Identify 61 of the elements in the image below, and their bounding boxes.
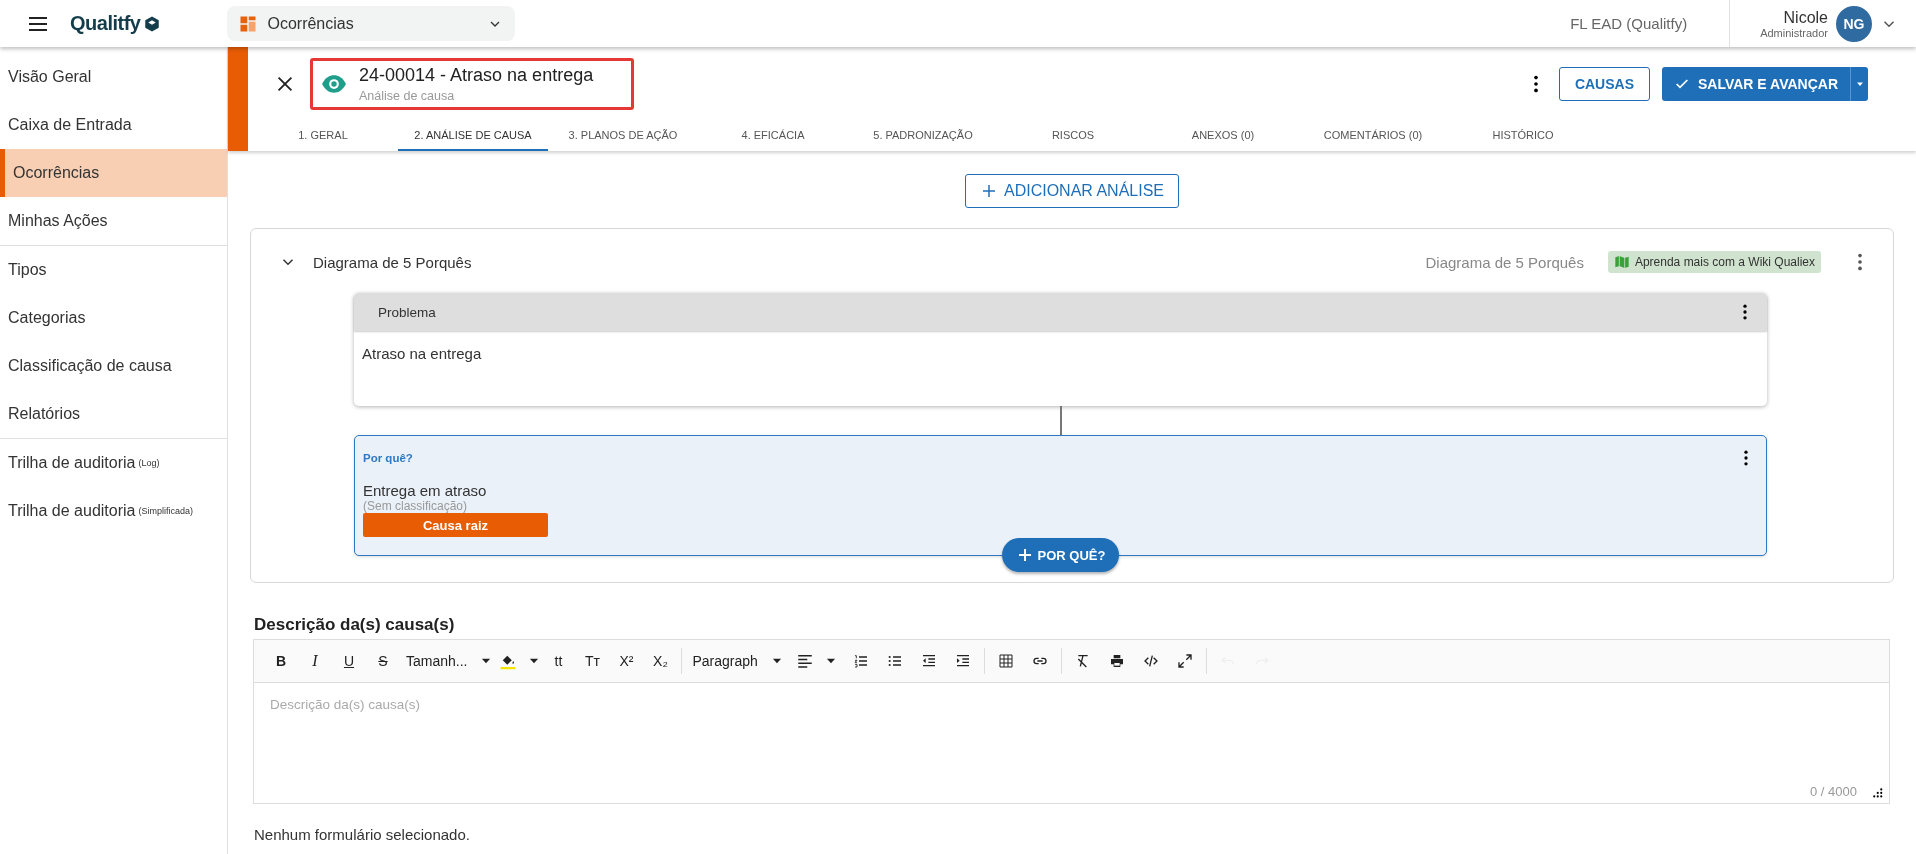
tab[interactable]: HISTÓRICO <box>1448 121 1598 151</box>
problem-text: Atraso na entrega <box>361 344 483 364</box>
description-title: Descrição da(s) causa(s) <box>254 615 456 635</box>
user-avatar: NG <box>1836 5 1872 42</box>
format-button[interactable]: X² <box>609 646 644 676</box>
sidebar-item[interactable]: Tipos <box>0 246 227 294</box>
problem-label: Problema <box>378 304 437 320</box>
add-why-button[interactable]: POR QUÊ? <box>1001 538 1120 572</box>
tab[interactable]: 5. PADRONIZAÇÃO <box>848 121 998 151</box>
format-button[interactable]: S <box>366 646 400 676</box>
tab[interactable]: 4. EFICÁCIA <box>698 121 848 151</box>
sidebar-item[interactable]: Visão Geral <box>0 53 227 101</box>
save-and-advance-button[interactable]: SALVAR E AVANÇAR <box>1662 67 1850 101</box>
add-analysis-button[interactable]: ADICIONAR ANÁLISE <box>964 174 1179 208</box>
tab[interactable]: RISCOS <box>998 121 1148 151</box>
record-subtitle: Análise de causa <box>359 89 456 103</box>
analysis-type: Diagrama de 5 Porquês <box>1425 253 1584 271</box>
user-role: Administrador <box>1760 26 1828 39</box>
analysis-title: Diagrama de 5 Porquês <box>313 253 472 271</box>
sidebar-item[interactable]: Caixa de Entrada <box>0 101 227 149</box>
toolbar-dropdown[interactable]: Paragraph <box>686 646 790 676</box>
format-button[interactable]: Tт <box>575 646 610 676</box>
format-button[interactable]: tt <box>541 646 576 676</box>
character-counter: 0 / 4000 <box>1810 784 1857 799</box>
why-text: Entrega em atraso <box>363 482 488 499</box>
logo-text: Qualitfy <box>70 12 141 35</box>
sidebar-item[interactable]: Relatórios <box>0 390 227 438</box>
sidebar-item[interactable]: Minhas Ações <box>0 197 227 245</box>
tab[interactable]: 1. GERAL <box>248 121 398 151</box>
tab[interactable]: 3. PLANOS DE AÇÃO <box>548 121 698 151</box>
sidebar-item[interactable]: Trilha de auditoria (Simplificada) <box>0 487 227 535</box>
format-button[interactable]: X₂ <box>643 646 678 676</box>
why-classification: (Sem classificação) <box>363 499 469 513</box>
grid-icon <box>239 14 258 33</box>
record-title: 24-00014 - Atraso na entrega <box>359 65 594 86</box>
sidebar-item[interactable]: Categorias <box>0 294 227 342</box>
format-button[interactable]: U <box>332 646 366 676</box>
tab[interactable]: COMENTÁRIOS (0) <box>1298 121 1448 151</box>
sidebar-item-note: (Log) <box>138 458 160 468</box>
sidebar-item[interactable]: Trilha de auditoria (Log) <box>0 439 227 487</box>
align-left-icon <box>795 652 814 670</box>
sidebar-item[interactable]: Classificação de causa <box>0 342 227 390</box>
description-input[interactable]: Descrição da(s) causa(s) <box>254 683 1889 726</box>
sidebar-item-label: Trilha de auditoria <box>8 502 136 520</box>
toolbar-dropdown[interactable]: Tamanh... <box>400 646 500 676</box>
form-status-text: Nenhum formulário selecionado. <box>254 826 471 843</box>
sidebar-item-note: (Simplificada) <box>138 506 193 516</box>
why-label: Por quê? <box>363 452 413 464</box>
user-name: Nicole <box>1783 8 1828 27</box>
wiki-link[interactable]: Aprenda mais com a Wiki Qualiex <box>1607 251 1821 273</box>
sidebar-item[interactable]: Ocorrências <box>0 149 227 197</box>
cube-logo-icon <box>143 14 162 33</box>
company-name: FL EAD (Qualitfy) <box>1570 15 1689 32</box>
tab[interactable]: ANEXOS (0) <box>1148 121 1298 151</box>
tab[interactable]: 2. ANÁLISE DE CAUSA <box>398 121 548 151</box>
sidebar-item-label: Trilha de auditoria <box>8 454 136 472</box>
format-button[interactable]: I <box>298 646 332 676</box>
root-cause-tag: Causa raiz <box>363 513 548 537</box>
module-dropdown[interactable]: Ocorrências <box>227 6 516 41</box>
format-button[interactable]: B <box>264 646 298 676</box>
causes-button[interactable]: CAUSAS <box>1558 67 1650 101</box>
